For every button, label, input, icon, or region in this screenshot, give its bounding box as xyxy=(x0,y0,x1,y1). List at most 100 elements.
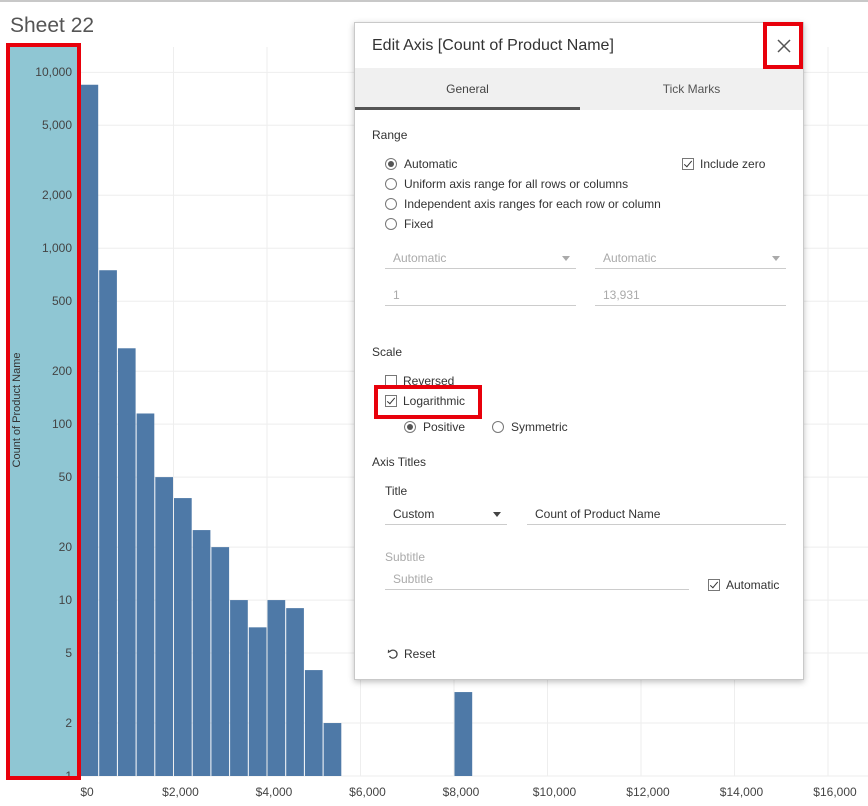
y-tick-label: 2 xyxy=(65,716,72,731)
range-section-label: Range xyxy=(372,128,408,142)
checkbox-icon[interactable] xyxy=(385,375,397,387)
edit-axis-dialog: Edit Axis [Count of Product Name] Genera… xyxy=(354,22,804,680)
histogram-bar[interactable] xyxy=(117,348,136,776)
reversed-label: Reversed xyxy=(403,374,455,388)
y-tick-label: 5 xyxy=(65,646,72,661)
range-independent-radio[interactable]: Independent axis ranges for each row or … xyxy=(385,197,661,211)
x-tick-label: $6,000 xyxy=(349,785,386,799)
reset-button[interactable]: Reset xyxy=(387,647,435,661)
reversed-checkbox[interactable]: Reversed xyxy=(385,374,454,388)
range-end-value: 13,931 xyxy=(603,288,640,302)
reset-label: Reset xyxy=(404,647,436,661)
subtitle-input[interactable]: Subtitle xyxy=(385,568,689,590)
include-zero-label: Include zero xyxy=(700,157,766,171)
range-end-select[interactable]: Automatic xyxy=(595,247,786,269)
undo-icon xyxy=(387,649,398,659)
close-icon[interactable] xyxy=(777,39,791,53)
radio-selected-icon[interactable] xyxy=(385,158,397,170)
y-tick-label: 10,000 xyxy=(35,65,72,80)
y-tick-label: 200 xyxy=(51,364,72,379)
histogram-bar[interactable] xyxy=(323,723,342,776)
subtitle-placeholder: Subtitle xyxy=(393,572,434,586)
x-tick-label: $8,000 xyxy=(442,785,480,799)
dialog-title: Edit Axis [Count of Product Name] xyxy=(372,37,614,54)
y-tick-label: 100 xyxy=(51,417,72,432)
range-start-value: 1 xyxy=(393,288,400,302)
range-independent-label: Independent axis ranges for each row or … xyxy=(404,197,661,211)
y-tick-label: 10 xyxy=(58,593,72,608)
x-tick-label: $4,000 xyxy=(255,785,293,799)
symmetric-label: Symmetric xyxy=(511,420,568,434)
x-tick-label: $10,000 xyxy=(532,785,577,799)
histogram-bar[interactable] xyxy=(267,600,286,776)
checkbox-checked-icon[interactable] xyxy=(708,579,720,591)
y-tick-label: 1 xyxy=(65,769,72,783)
range-start-input[interactable]: 1 xyxy=(385,284,576,306)
x-tick-label: $0 xyxy=(80,785,94,799)
tab-bar: General Tick Marks xyxy=(355,68,803,110)
y-tick-label: 50 xyxy=(58,470,72,485)
close-button[interactable] xyxy=(766,24,802,68)
histogram-bar[interactable] xyxy=(192,530,211,776)
histogram-bar[interactable] xyxy=(230,600,248,776)
histogram-bar[interactable] xyxy=(286,608,304,776)
histogram-bar[interactable] xyxy=(99,270,117,776)
tab-general[interactable]: General xyxy=(355,68,580,110)
symmetric-radio[interactable]: Symmetric xyxy=(492,420,568,434)
subtitle-automatic-label: Automatic xyxy=(726,578,780,592)
chevron-down-icon xyxy=(562,256,570,261)
x-tick-label: $14,000 xyxy=(719,785,764,799)
checkbox-checked-icon[interactable] xyxy=(682,158,694,170)
title-input[interactable]: Count of Product Name xyxy=(527,503,786,525)
range-uniform-radio[interactable]: Uniform axis range for all rows or colum… xyxy=(385,177,628,191)
subtitle-automatic-checkbox[interactable]: Automatic xyxy=(708,578,779,592)
histogram-bar[interactable] xyxy=(211,547,230,776)
title-mode-select[interactable]: Custom xyxy=(385,503,507,525)
histogram-bar[interactable] xyxy=(454,692,473,776)
chevron-down-icon xyxy=(772,256,780,261)
range-uniform-label: Uniform axis range for all rows or colum… xyxy=(404,177,629,191)
y-tick-label: 2,000 xyxy=(41,188,72,203)
histogram-bar[interactable] xyxy=(248,627,267,776)
positive-label: Positive xyxy=(423,420,466,434)
logarithmic-label: Logarithmic xyxy=(403,394,466,408)
y-axis-title[interactable]: Count of Product Name xyxy=(11,353,23,468)
positive-radio[interactable]: Positive xyxy=(404,420,465,434)
y-tick-label: 500 xyxy=(51,294,72,309)
histogram-bar[interactable] xyxy=(304,670,323,776)
title-mode-value: Custom xyxy=(393,507,435,521)
x-tick-label: $16,000 xyxy=(813,785,857,799)
range-automatic-radio[interactable]: Automatic xyxy=(385,157,457,171)
subtitle-label: Subtitle xyxy=(385,550,426,564)
y-tick-label: 20 xyxy=(58,540,72,555)
x-tick-label: $2,000 xyxy=(162,785,199,799)
radio-icon[interactable] xyxy=(385,198,397,210)
checkbox-checked-icon[interactable] xyxy=(385,395,397,407)
title-label: Title xyxy=(385,484,408,498)
histogram-bar[interactable] xyxy=(80,84,99,777)
radio-selected-icon[interactable] xyxy=(404,421,416,433)
radio-icon[interactable] xyxy=(385,218,397,230)
tab-tick-marks[interactable]: Tick Marks xyxy=(580,68,803,110)
histogram-bar[interactable] xyxy=(174,498,192,776)
axis-titles-section-label: Axis Titles xyxy=(372,455,427,469)
radio-icon[interactable] xyxy=(385,178,397,190)
range-start-select-value: Automatic xyxy=(393,251,447,265)
title-input-value: Count of Product Name xyxy=(535,507,661,521)
x-tick-label: $12,000 xyxy=(626,785,670,799)
scale-section-label: Scale xyxy=(372,345,403,359)
y-tick-label: 1,000 xyxy=(41,241,72,256)
range-fixed-label: Fixed xyxy=(404,217,434,231)
logarithmic-checkbox[interactable]: Logarithmic xyxy=(385,394,465,408)
range-automatic-label: Automatic xyxy=(404,157,458,171)
chevron-down-icon xyxy=(493,512,501,517)
range-fixed-radio[interactable]: Fixed xyxy=(385,217,433,231)
include-zero-checkbox[interactable]: Include zero xyxy=(682,157,765,171)
histogram-bar[interactable] xyxy=(155,477,173,776)
range-end-input[interactable]: 13,931 xyxy=(595,284,786,306)
range-end-select-value: Automatic xyxy=(603,251,657,265)
range-start-select[interactable]: Automatic xyxy=(385,247,576,269)
radio-icon[interactable] xyxy=(492,421,504,433)
y-tick-label: 5,000 xyxy=(41,118,72,133)
histogram-bar[interactable] xyxy=(136,413,155,776)
